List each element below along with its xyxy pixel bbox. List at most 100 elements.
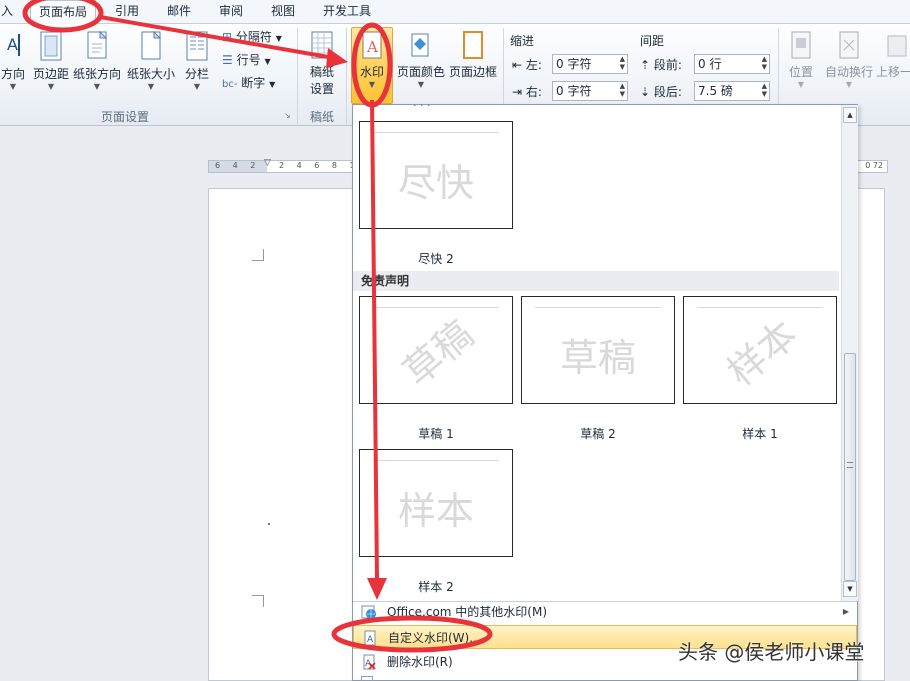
crop-mark: [252, 595, 264, 607]
menu-more-watermarks-office[interactable]: Office.com 中的其他水印(M) ▶: [353, 600, 857, 624]
thumb-watermark-text: 样本: [397, 489, 474, 533]
manuscript-group-label: 稿纸: [309, 110, 334, 124]
credit-watermark: 头条 @侯老师小课堂: [678, 640, 865, 664]
columns-icon: [186, 31, 208, 61]
orientation-icon: [87, 30, 108, 59]
page-color-icon: [411, 33, 429, 57]
paper-size-icon: [141, 30, 162, 60]
manuscript-icon: [311, 31, 333, 59]
watermark-thumb-sample-1[interactable]: 样本: [683, 296, 837, 404]
watermark-gallery-dropdown: · · · 尽快 尽快 2 免责声明 草稿 草稿 1 草稿 草稿 2 样本 样本…: [352, 99, 858, 681]
save-selection-partial: [361, 676, 373, 681]
indent-marker-icon[interactable]: ▽: [264, 158, 271, 168]
chevron-down-icon: ▼: [147, 82, 155, 91]
scrollbar-thumb[interactable]: [844, 353, 856, 581]
watermark-caption: 草稿 2: [580, 427, 616, 441]
wrap-text-icon: [839, 31, 859, 59]
line-numbers-button[interactable]: ☰ 行号 ▼: [222, 51, 271, 68]
bring-forward-button[interactable]: 上移一: [876, 30, 910, 80]
page-borders-label: 页面边框: [448, 65, 497, 79]
indent-left-field[interactable]: 0 字符 ▲ ▼: [552, 54, 628, 74]
scroll-down-icon[interactable]: ▼: [843, 581, 857, 597]
tab-references[interactable]: 引用: [108, 0, 146, 24]
spinner-icon[interactable]: ▲ ▼: [762, 55, 767, 71]
page-color-label: 页面颜色: [396, 65, 445, 79]
spinner-icon[interactable]: ▲ ▼: [620, 55, 625, 71]
paper-size-button[interactable]: 纸张大小 ▼: [124, 30, 178, 92]
watermark-icon: A: [362, 31, 382, 59]
spacing-before-icon: ⇡: [640, 58, 651, 72]
orientation-button[interactable]: 纸张方向 ▼: [72, 30, 122, 92]
columns-label: 分栏: [184, 67, 209, 81]
chevron-down-icon: ▼: [845, 80, 853, 89]
chevron-down-icon: ▼: [47, 82, 55, 91]
tab-mailings[interactable]: 邮件: [160, 0, 198, 24]
spacing-before-label: ⇡ 段前:: [640, 56, 682, 73]
spacing-after-label: ⇣ 段后:: [640, 83, 682, 100]
margins-button[interactable]: 页边距 ▼: [32, 30, 70, 92]
wrap-text-button[interactable]: 自动换行 ▼: [822, 30, 876, 90]
chevron-down-icon: ▼: [193, 82, 201, 91]
page-color-button[interactable]: 页面颜色 ▼: [396, 30, 446, 90]
chevron-down-icon: ▼: [269, 80, 276, 89]
chevron-down-icon: ▼: [264, 57, 271, 66]
breaks-label: 分隔符: [235, 30, 272, 44]
indent-right-field[interactable]: 0 字符 ▲ ▼: [552, 81, 628, 101]
tab-view[interactable]: 视图: [264, 0, 302, 24]
spinner-icon[interactable]: ▲ ▼: [762, 82, 767, 98]
group-separator: [297, 28, 298, 124]
gallery-cutoff-label: · · ·: [413, 99, 431, 112]
dialog-launcher-icon[interactable]: ↘: [284, 111, 291, 120]
orientation-label: 纸张方向: [72, 67, 121, 81]
watermark-thumb-draft-2[interactable]: 草稿: [521, 296, 675, 404]
text-cursor: [268, 523, 270, 525]
indent-right-value: 0 字符: [556, 84, 592, 98]
indent-left-icon: ⇤: [512, 58, 523, 72]
menu-label: 删除水印(R): [387, 655, 453, 669]
watermark-thumb-sample-2[interactable]: 样本: [359, 449, 513, 557]
text-direction-label: 方向: [0, 67, 25, 81]
indent-right-icon: ⇥: [512, 85, 523, 99]
spacing-before-field[interactable]: 0 行 ▲ ▼: [694, 54, 770, 74]
page-borders-button[interactable]: 页面边框: [448, 30, 498, 80]
watermark-thumb-asap-2[interactable]: 尽快: [359, 121, 513, 229]
hyphenation-button[interactable]: bc- 断字 ▼: [222, 74, 275, 91]
tab-developer[interactable]: 开发工具: [316, 0, 378, 24]
manuscript-settings-button[interactable]: 稿纸 设置: [302, 30, 342, 97]
indent-left-label: ⇤ 左:: [512, 56, 542, 73]
spacing-after-field[interactable]: 7.5 磅 ▲ ▼: [694, 81, 770, 101]
globe-icon: [361, 605, 376, 619]
spacing-after-value: 7.5 磅: [698, 84, 733, 98]
tab-page-layout[interactable]: 页面布局: [30, 0, 96, 25]
hyphenation-icon: bc-: [222, 79, 238, 90]
position-button[interactable]: 位置 ▼: [784, 30, 818, 90]
indent-right-label: ⇥ 右:: [512, 83, 542, 100]
thumb-watermark-text: 尽快: [397, 161, 474, 205]
spacing-before-value: 0 行: [698, 57, 722, 71]
tab-review[interactable]: 审阅: [212, 0, 250, 24]
text-direction-icon: A: [7, 34, 20, 56]
chevron-down-icon: ▼: [797, 80, 805, 89]
gallery-scrollbar[interactable]: ▲ ▼: [841, 105, 858, 601]
scroll-up-icon[interactable]: ▲: [843, 107, 857, 123]
ribbon-tab-bar: 入 页面布局 引用 邮件 审阅 视图 开发工具: [0, 0, 910, 25]
line-numbers-label: 行号: [236, 53, 261, 67]
watermark-button[interactable]: A 水印 ▼: [351, 30, 393, 90]
crop-mark: [252, 249, 264, 261]
position-icon: [791, 31, 811, 59]
svg-text:A: A: [7, 35, 18, 54]
chevron-down-icon: ▼: [9, 82, 17, 91]
manuscript-label-2: 设置: [309, 82, 334, 96]
columns-button[interactable]: 分栏 ▼: [180, 30, 214, 92]
indent-left-value: 0 字符: [556, 57, 592, 71]
spinner-icon[interactable]: ▲ ▼: [620, 82, 625, 98]
manuscript-label-1: 稿纸: [309, 65, 334, 79]
breaks-button[interactable]: ⊞ 分隔符 ▼: [222, 28, 282, 45]
watermark-thumb-draft-1[interactable]: 草稿: [359, 296, 513, 404]
text-direction-button[interactable]: A 方向 ▼: [0, 30, 30, 92]
paper-size-label: 纸张大小: [126, 67, 175, 81]
grip-icon: [847, 462, 853, 468]
bring-forward-label: 上移一: [876, 65, 910, 79]
line-numbers-icon: ☰: [222, 53, 233, 67]
tab-insert[interactable]: 入: [0, 0, 14, 24]
